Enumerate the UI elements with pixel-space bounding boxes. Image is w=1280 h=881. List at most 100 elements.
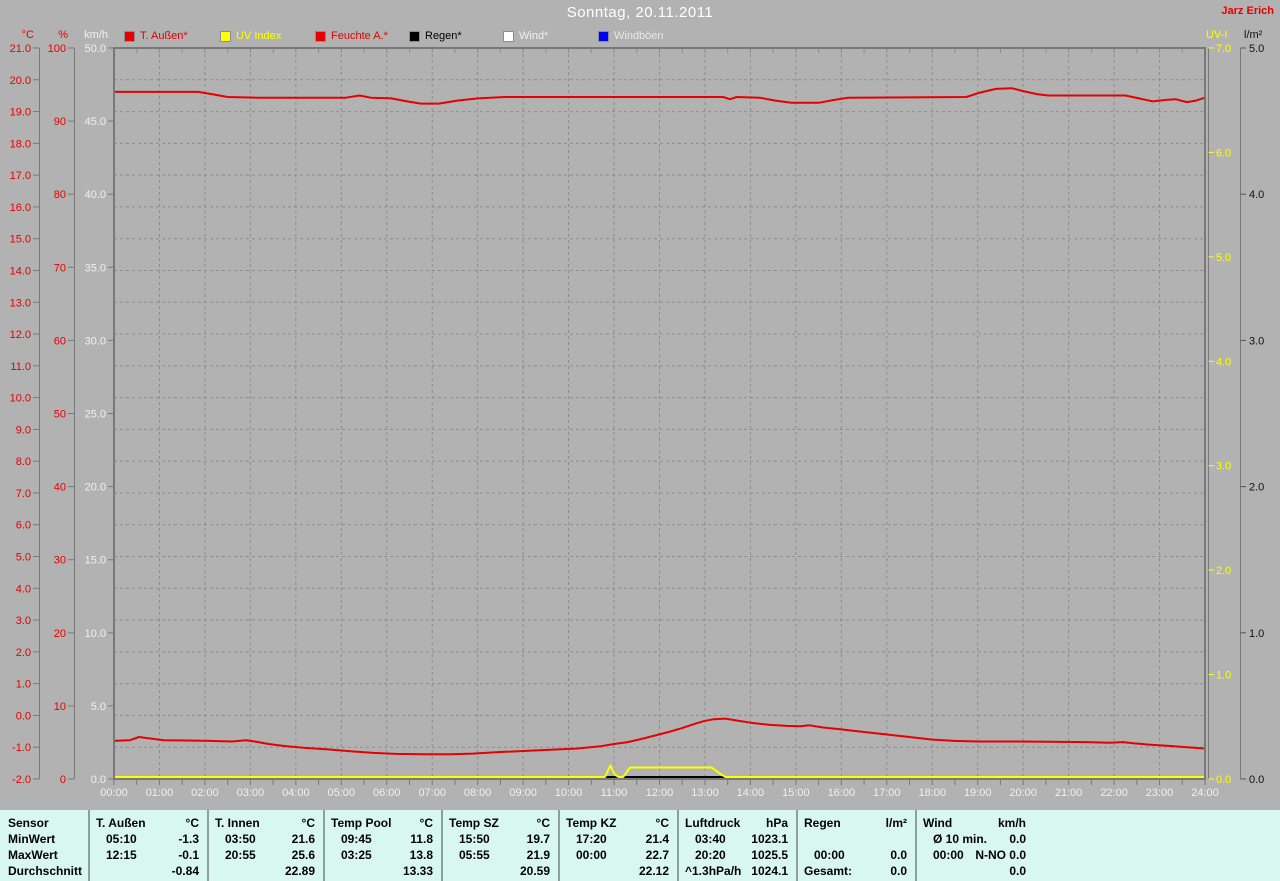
axis-uv-tick-label: 0.0 bbox=[1216, 774, 1231, 786]
axis-temp-tick-label: 11.0 bbox=[10, 361, 31, 373]
x-tick-label: 06:00 bbox=[373, 787, 401, 799]
stats-row-labels: Sensor MinWert MaxWert Durchschnitt bbox=[0, 815, 94, 879]
axis-uv-tick-label: 5.0 bbox=[1216, 252, 1231, 264]
axis-windspeed-tick-label: 35.0 bbox=[85, 262, 106, 274]
axis-temp-tick-label: 16.0 bbox=[10, 202, 31, 214]
min-value: 21.4 bbox=[645, 832, 669, 846]
sensor-unit: km/h bbox=[997, 816, 1026, 830]
x-tick-label: 00:00 bbox=[100, 787, 128, 799]
sensor-unit: hPa bbox=[765, 816, 788, 830]
min-time: 09:45 bbox=[341, 832, 372, 846]
min-value: 21.6 bbox=[291, 832, 315, 846]
stats-row-label: MaxWert bbox=[8, 848, 58, 862]
max-time: 20:20 bbox=[695, 848, 726, 862]
axis-temp-tick-label: -1.0 bbox=[12, 742, 31, 754]
weather-day-chart: 21.0 20.0 19.0 18.0 17.0 16.0 15.0 14.0 13.0 12.0… bbox=[10, 43, 1265, 799]
weather-station-window: Sonntag, 20.11.2011 Jarz Erich °C % km/h… bbox=[0, 0, 1280, 881]
axis-windspeed-tick-label: 0.0 bbox=[91, 774, 106, 786]
axis-windspeed-tick-label: 20.0 bbox=[85, 482, 106, 494]
max-value: 0.0 bbox=[890, 848, 907, 862]
axis-temp-tick-label: 7.0 bbox=[16, 488, 31, 500]
axis-uv-tick-label: 4.0 bbox=[1216, 356, 1231, 368]
axis-uv-tick-label: 2.0 bbox=[1216, 565, 1231, 577]
sensor-unit: l/m² bbox=[885, 816, 907, 830]
sensor-name: T. Innen bbox=[215, 816, 260, 830]
axis-humidity-tick-label: 100 bbox=[48, 43, 66, 55]
min-time: 05:10 bbox=[106, 832, 137, 846]
axis-temp-tick-label: 12.0 bbox=[10, 329, 31, 341]
min-time: 17:20 bbox=[576, 832, 607, 846]
max-time: 00:00 bbox=[933, 848, 964, 862]
axis-temp-tick-label: 17.0 bbox=[10, 170, 31, 182]
series-t-au-en bbox=[113, 717, 1206, 756]
avg-value: 13.33 bbox=[402, 864, 433, 878]
min-value: 0.0 bbox=[1009, 832, 1026, 846]
avg-label: Gesamt: bbox=[804, 864, 853, 878]
axis-windspeed-tick-label: 40.0 bbox=[85, 189, 106, 201]
axis-rain-tick-label: 3.0 bbox=[1249, 335, 1264, 347]
axis-rain-tick-label: 1.0 bbox=[1249, 628, 1264, 640]
stats-table: Sensor MinWert MaxWert Durchschnitt T. A… bbox=[0, 810, 1280, 881]
x-tick-label: 22:00 bbox=[1100, 787, 1128, 799]
avg-value: -0.84 bbox=[171, 864, 199, 878]
axis-temp-tick-label: 1.0 bbox=[16, 679, 31, 691]
avg-value: 20.59 bbox=[519, 864, 550, 878]
sensor-column-luftdruck: Luftdruck hPa 03:40 1023.1 20:20 1025.5 ^1.3hP… bbox=[677, 810, 796, 881]
sensor-unit: °C bbox=[301, 816, 315, 830]
max-time: 03:25 bbox=[341, 848, 372, 862]
x-tick-label: 05:00 bbox=[328, 787, 356, 799]
axis-temp-tick-label: 6.0 bbox=[16, 520, 31, 532]
x-tick-label: 14:00 bbox=[737, 787, 765, 799]
x-tick-label: 10:00 bbox=[555, 787, 583, 799]
axis-humidity-tick-label: 80 bbox=[54, 189, 66, 201]
x-tick-label: 19:00 bbox=[964, 787, 992, 799]
axis-temp-tick-label: 2.0 bbox=[16, 647, 31, 659]
sensor-name: Temp KZ bbox=[566, 816, 617, 830]
sensor-unit: °C bbox=[419, 816, 433, 830]
stats-row-label: Sensor bbox=[8, 816, 49, 830]
x-tick-label: 04:00 bbox=[282, 787, 310, 799]
max-value: 1025.5 bbox=[751, 848, 788, 862]
axis-rain-tick-label: 2.0 bbox=[1249, 482, 1264, 494]
max-value: 21.9 bbox=[526, 848, 550, 862]
axis-rain-tick-label: 0.0 bbox=[1249, 774, 1264, 786]
axis-temp-tick-label: 14.0 bbox=[10, 265, 31, 277]
min-time: 03:40 bbox=[695, 832, 726, 846]
sensor-name: Temp SZ bbox=[449, 816, 499, 830]
avg-value: 22.89 bbox=[284, 864, 315, 878]
axis-windspeed-tick-label: 15.0 bbox=[85, 555, 106, 567]
min-time: Ø 10 min. bbox=[933, 832, 988, 846]
min-value: -1.3 bbox=[178, 832, 199, 846]
max-time: 05:55 bbox=[459, 848, 490, 862]
x-tick-label: 03:00 bbox=[237, 787, 265, 799]
x-tick-label: 17:00 bbox=[873, 787, 901, 799]
sensor-name: Regen bbox=[804, 816, 841, 830]
axis-uv-tick-label: 7.0 bbox=[1216, 43, 1231, 55]
avg-value: 22.12 bbox=[638, 864, 669, 878]
x-tick-label: 18:00 bbox=[918, 787, 946, 799]
sensor-name: Wind bbox=[923, 816, 953, 830]
max-time: 00:00 bbox=[814, 848, 845, 862]
max-value: 13.8 bbox=[409, 848, 433, 862]
stats-row-label: MinWert bbox=[8, 832, 56, 846]
axis-temp-tick-label: 9.0 bbox=[16, 424, 31, 436]
axis-humidity-tick-label: 50 bbox=[54, 409, 66, 421]
max-value: 25.6 bbox=[291, 848, 315, 862]
axis-temp-tick-label: 13.0 bbox=[10, 297, 31, 309]
axis-temp-tick-label: 8.0 bbox=[16, 456, 31, 468]
axis-rain-tick-label: 4.0 bbox=[1249, 189, 1264, 201]
axis-windspeed-tick-label: 45.0 bbox=[85, 116, 106, 128]
axis-temp-tick-label: 19.0 bbox=[10, 107, 31, 119]
axis-uv-tick-label: 1.0 bbox=[1216, 670, 1231, 682]
axis-windspeed-tick-label: 30.0 bbox=[85, 335, 106, 347]
axis-temp-tick-label: 3.0 bbox=[16, 615, 31, 627]
axis-temp-tick-label: 0.0 bbox=[16, 710, 31, 722]
x-tick-label: 15:00 bbox=[782, 787, 810, 799]
min-value: 11.8 bbox=[410, 832, 433, 846]
axis-windspeed-tick-label: 5.0 bbox=[91, 701, 106, 713]
axis-temp-tick-label: 15.0 bbox=[10, 234, 31, 246]
x-tick-label: 11:00 bbox=[601, 787, 628, 799]
axis-humidity-tick-label: 70 bbox=[54, 262, 66, 274]
axis-windspeed-tick-label: 10.0 bbox=[85, 628, 106, 640]
axis-humidity-tick-label: 40 bbox=[54, 482, 66, 494]
